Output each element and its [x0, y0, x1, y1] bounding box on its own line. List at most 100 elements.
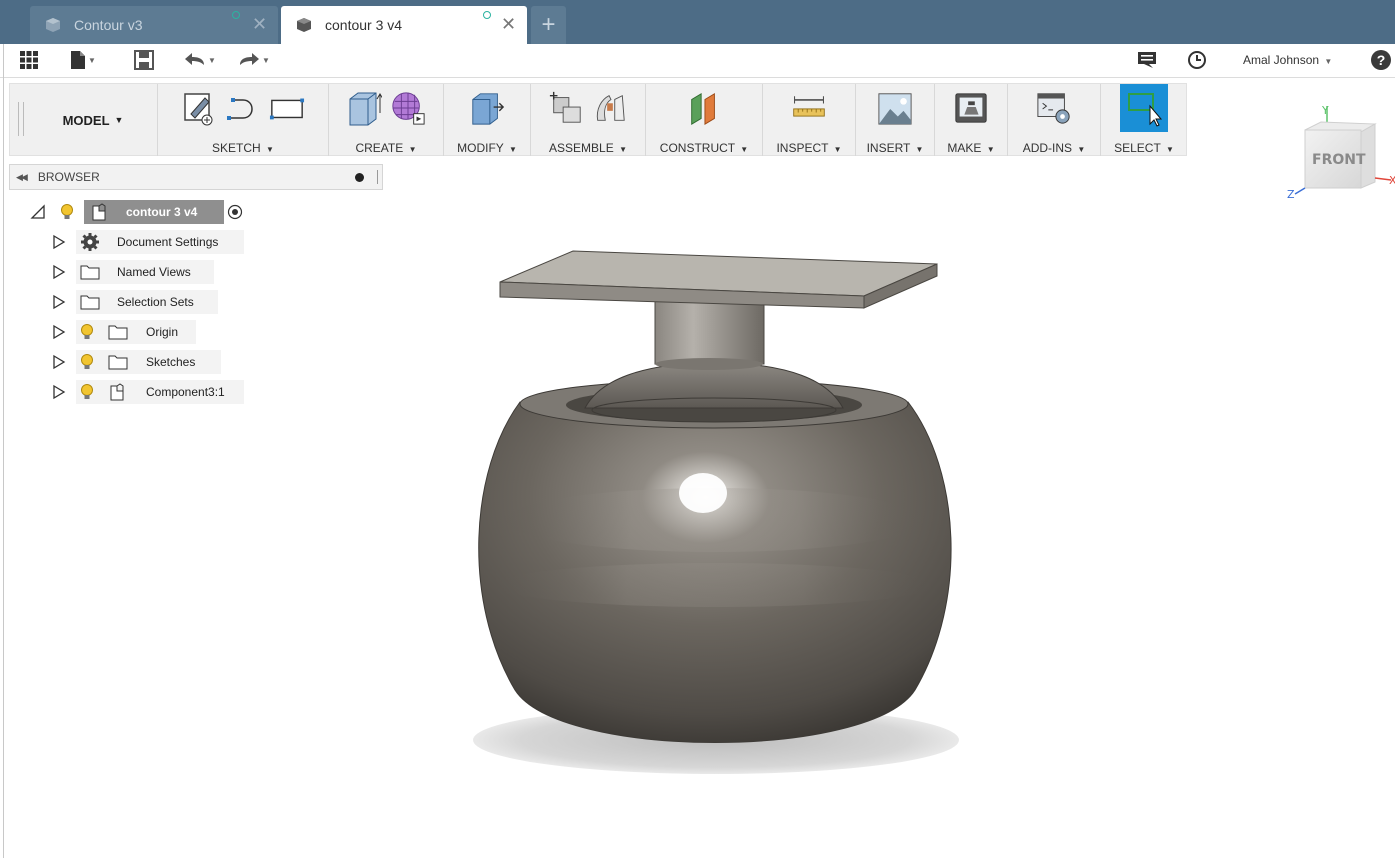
create-menu[interactable]: CREATE ▼	[329, 141, 443, 155]
new-tab-button[interactable]: +	[531, 6, 566, 44]
unsaved-indicator-icon	[483, 11, 491, 19]
redo-button[interactable]: ▼	[238, 50, 270, 70]
close-tab-icon[interactable]: ✕	[252, 15, 267, 33]
inspect-menu[interactable]: INSPECT ▼	[763, 141, 855, 155]
chevron-down-icon: ▼	[88, 55, 96, 65]
tab-contour-v3[interactable]: Contour v3 ✕	[30, 6, 278, 44]
chevron-down-icon: ▼	[915, 145, 924, 154]
pin-icon[interactable]	[355, 173, 364, 182]
press-pull-icon[interactable]	[469, 89, 505, 127]
document-cube-icon	[297, 18, 311, 32]
document-cube-icon	[46, 18, 60, 32]
workspace-label: MODEL	[62, 112, 110, 128]
modify-menu[interactable]: MODIFY ▼	[444, 141, 530, 155]
chevron-down-icon: ▼	[1324, 57, 1333, 66]
insert-menu[interactable]: INSERT ▼	[856, 141, 934, 155]
construct-group: CONSTRUCT ▼	[645, 84, 762, 156]
file-menu-button[interactable]: ▼	[70, 50, 96, 70]
group-label: MODIFY	[457, 141, 504, 155]
joint-icon[interactable]	[592, 89, 628, 127]
file-icon	[71, 51, 85, 69]
chevron-down-icon: ▼	[408, 145, 417, 154]
chevron-down-icon: ▼	[986, 145, 995, 154]
view-cube-x-label: X	[1389, 174, 1395, 187]
3d-print-icon[interactable]	[953, 89, 989, 127]
quick-access-toolbar: ▼ ▼ ▼ Amal Johnson ▼	[0, 44, 1395, 78]
form-icon[interactable]	[390, 89, 426, 127]
shaft-bottom	[655, 358, 763, 370]
addins-group: ADD-INS ▼	[1007, 84, 1100, 156]
panel-divider	[377, 170, 378, 184]
collapse-browser-icon[interactable]: ◀◀	[16, 172, 28, 183]
comments-button[interactable]	[1137, 50, 1157, 70]
construct-menu[interactable]: CONSTRUCT ▼	[646, 141, 762, 155]
new-component-icon[interactable]	[548, 89, 584, 127]
group-label: CREATE	[355, 141, 404, 155]
modify-group: MODIFY ▼	[443, 84, 530, 156]
tab-contour-3-v4[interactable]: contour 3 v4 ✕	[281, 6, 527, 44]
chevron-down-icon: ▼	[1165, 145, 1174, 154]
undo-icon	[185, 53, 204, 65]
offset-plane-icon[interactable]	[686, 89, 722, 127]
insert-group: INSERT ▼	[855, 84, 934, 156]
main-toolbar: MODEL ▼ SKETCH ▼ CREATE ▼ MODIFY ▼ ASSEM…	[9, 83, 1187, 156]
group-label: ASSEMBLE	[549, 141, 614, 155]
select-group: SELECT ▼	[1100, 84, 1187, 156]
group-label: SELECT	[1114, 141, 1161, 155]
view-cube-y-label: Y	[1321, 104, 1329, 117]
select-tool-icon[interactable]	[1120, 84, 1168, 132]
close-tab-icon[interactable]: ✕	[501, 15, 516, 33]
assemble-menu[interactable]: ASSEMBLE ▼	[531, 141, 645, 155]
scripts-addins-icon[interactable]	[1036, 89, 1072, 127]
sketch-group: SKETCH ▼	[157, 84, 328, 156]
chevron-down-icon: ▼	[114, 115, 124, 125]
chevron-down-icon: ▼	[740, 145, 749, 154]
sketch-menu[interactable]: SKETCH ▼	[158, 141, 328, 155]
chevron-down-icon: ▼	[508, 145, 517, 154]
assemble-group: ASSEMBLE ▼	[530, 84, 645, 156]
chevron-down-icon: ▼	[1077, 145, 1086, 154]
rectangle-sketch-icon[interactable]	[269, 89, 305, 127]
unsaved-indicator-icon	[232, 11, 240, 19]
redo-icon	[240, 53, 259, 65]
make-menu[interactable]: MAKE ▼	[935, 141, 1007, 155]
user-account-menu[interactable]: Amal Johnson ▼	[1243, 53, 1332, 67]
make-group: MAKE ▼	[934, 84, 1007, 156]
browser-panel-header: ◀◀ BROWSER	[9, 164, 383, 190]
workspace-switcher[interactable]: MODEL ▼	[30, 84, 156, 156]
user-name-label: Amal Johnson	[1243, 53, 1320, 67]
group-label: ADD-INS	[1022, 141, 1073, 155]
chevron-down-icon: ▼	[262, 55, 270, 65]
line-sketch-icon[interactable]	[225, 89, 261, 127]
group-label: INSPECT	[776, 141, 829, 155]
chevron-down-icon: ▼	[833, 145, 842, 154]
select-menu[interactable]: SELECT ▼	[1101, 141, 1187, 155]
chevron-down-icon: ▼	[208, 55, 216, 65]
view-cube-z-axis	[1294, 187, 1306, 195]
view-cube[interactable]: Y FRONT X Z	[1285, 98, 1395, 203]
data-panel-grid-icon[interactable]	[19, 50, 39, 70]
insert-image-icon[interactable]	[877, 89, 913, 127]
create-group: CREATE ▼	[328, 84, 443, 156]
toolbar-grip[interactable]	[18, 102, 24, 136]
group-label: MAKE	[947, 141, 982, 155]
group-label: INSERT	[866, 141, 911, 155]
undo-button[interactable]: ▼	[184, 50, 216, 70]
comment-icon	[1138, 52, 1156, 68]
3d-viewport[interactable]	[0, 190, 1395, 858]
create-sketch-icon[interactable]	[181, 89, 217, 127]
measure-icon[interactable]	[791, 89, 827, 127]
document-tab-bar: Contour v3 ✕ contour 3 v4 ✕ +	[0, 0, 1395, 44]
extrude-icon[interactable]	[346, 89, 382, 127]
tab-label: contour 3 v4	[325, 17, 403, 33]
connecting-shaft	[654, 297, 765, 365]
addins-menu[interactable]: ADD-INS ▼	[1008, 141, 1100, 155]
tab-label: Contour v3	[74, 17, 143, 33]
inspect-group: INSPECT ▼	[762, 84, 855, 156]
sphere-reflection-band	[495, 563, 935, 607]
save-icon	[134, 50, 154, 70]
job-status-button[interactable]	[1187, 50, 1207, 70]
chevron-down-icon: ▼	[619, 145, 627, 154]
save-button[interactable]	[134, 50, 154, 70]
help-icon[interactable]: ?	[1371, 50, 1391, 70]
